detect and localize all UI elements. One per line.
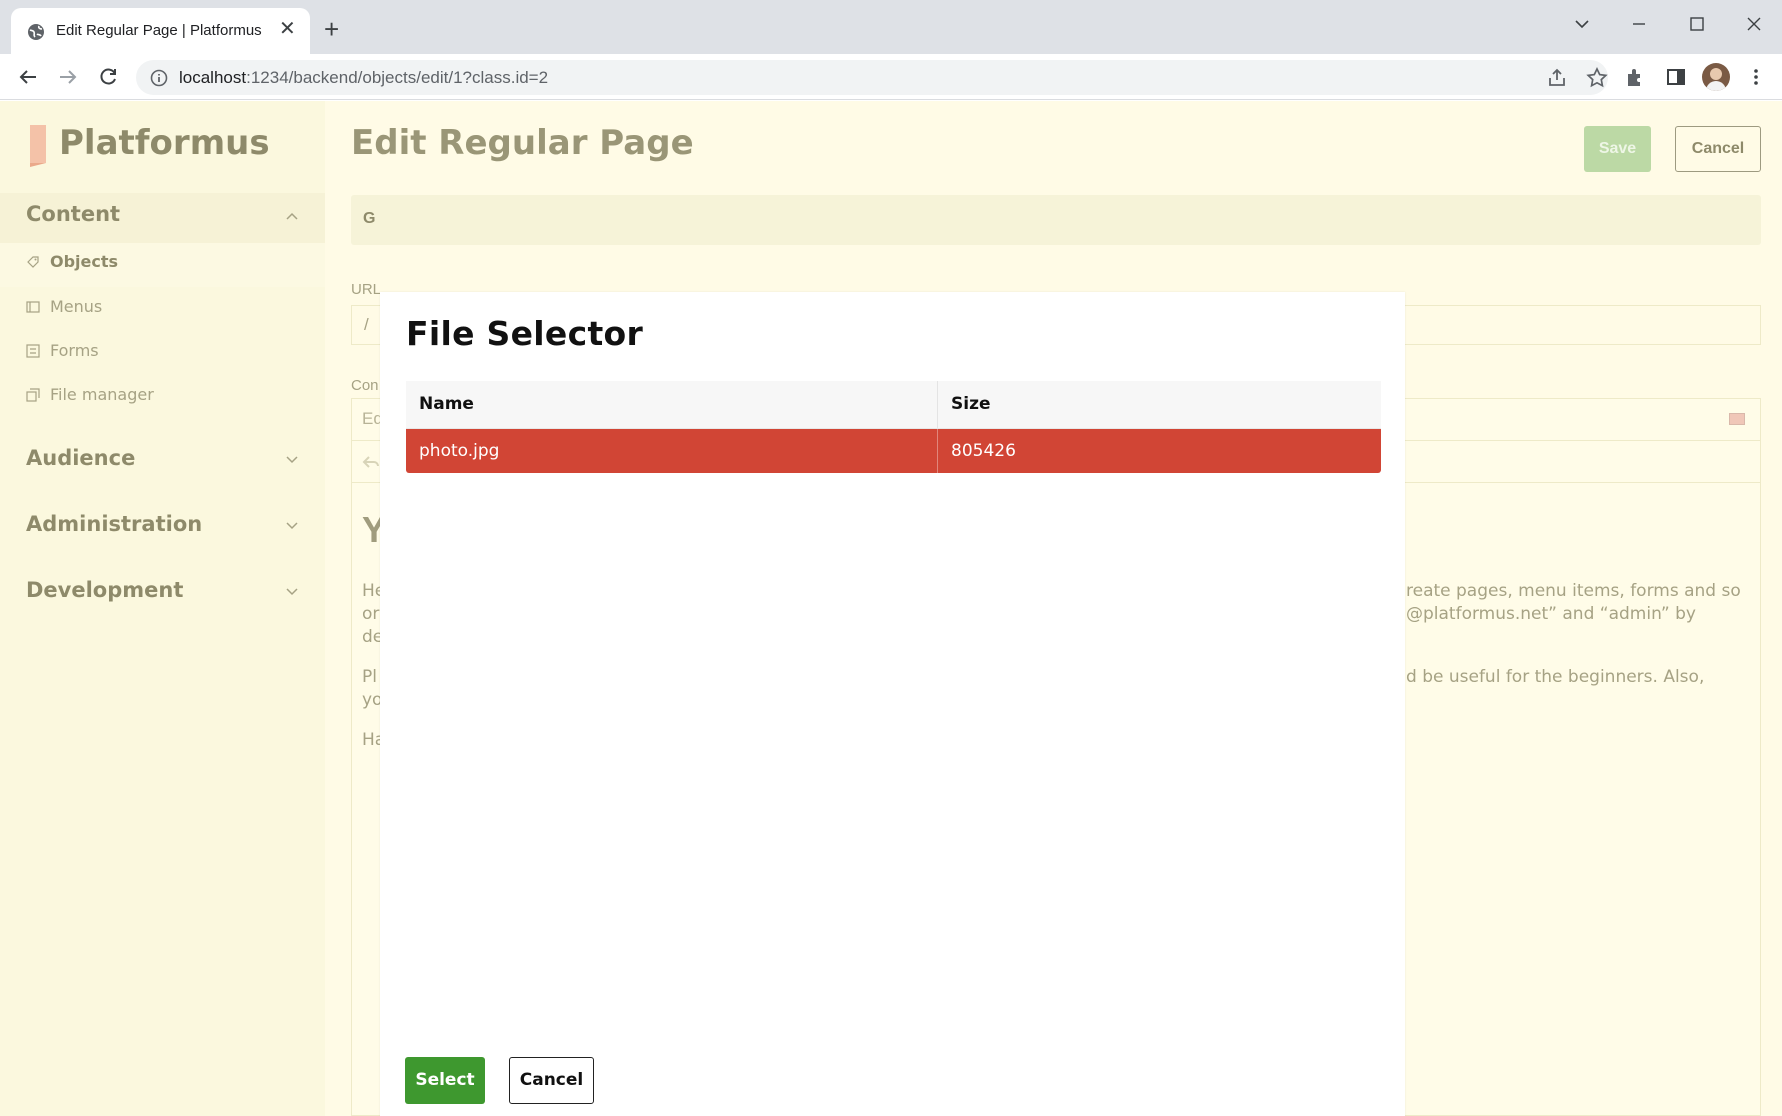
logo-mark-icon	[30, 125, 46, 167]
menu-icon	[26, 301, 40, 313]
section-audience[interactable]: Audience	[26, 446, 135, 470]
select-button[interactable]: Select	[405, 1057, 485, 1104]
maximize-icon[interactable]	[1685, 12, 1709, 36]
browser-toolbar: localhost:1234/backend/objects/edit/1?cl…	[0, 54, 1782, 100]
sidebar: Platformus Content Objects Menus Forms F…	[0, 101, 325, 1116]
browser-tab-bar: Edit Regular Page | Platformus ✕ +	[0, 0, 1782, 54]
table-row[interactable]: photo.jpg 805426	[406, 429, 1381, 473]
dialog-title: File Selector	[406, 314, 644, 353]
forward-icon[interactable]	[56, 65, 80, 89]
page-title: Edit Regular Page	[351, 123, 694, 163]
address-bar[interactable]: localhost:1234/backend/objects/edit/1?cl…	[136, 60, 1608, 95]
profile-avatar[interactable]	[1702, 63, 1730, 91]
sidebar-item-menus[interactable]: Menus	[50, 297, 102, 316]
bookmark-star-icon[interactable]	[1585, 66, 1609, 90]
column-header-size[interactable]: Size	[938, 381, 1381, 428]
back-icon[interactable]	[16, 65, 40, 89]
tab-title: Edit Regular Page | Platformus	[56, 22, 262, 39]
share-icon[interactable]	[1545, 66, 1569, 90]
extensions-icon[interactable]	[1624, 65, 1648, 89]
file-table: Name Size photo.jpg 805426	[406, 381, 1381, 473]
globe-icon	[28, 24, 44, 40]
section-administration[interactable]: Administration	[26, 512, 202, 536]
editor-text-fragment: @platformus.net” and “admin” by	[1406, 604, 1696, 624]
more-menu-icon[interactable]	[1744, 65, 1768, 89]
url-host: localhost	[179, 68, 247, 87]
chevron-down-icon[interactable]	[284, 518, 300, 534]
sidebar-item-objects[interactable]: Objects	[50, 252, 118, 271]
active-item-highlight	[0, 243, 325, 287]
tag-icon	[27, 256, 39, 268]
url-text: localhost:1234/backend/objects/edit/1?cl…	[179, 68, 548, 88]
info-icon[interactable]	[150, 69, 168, 87]
browser-tab[interactable]: Edit Regular Page | Platformus ✕	[11, 8, 310, 54]
minimize-icon[interactable]	[1627, 12, 1651, 36]
sidebar-item-file-manager[interactable]: File manager	[50, 385, 154, 404]
file-name-cell[interactable]: photo.jpg	[406, 429, 938, 473]
editor-text-fragment: d be useful for the beginners. Also,	[1406, 667, 1705, 687]
reload-icon[interactable]	[96, 65, 120, 89]
table-header: Name Size	[406, 381, 1381, 429]
save-button[interactable]: Save	[1584, 126, 1651, 172]
language-flag-icon[interactable]	[1729, 413, 1745, 425]
page-cancel-button[interactable]: Cancel	[1675, 126, 1761, 172]
file-selector-dialog: File Selector Name Size photo.jpg 805426…	[380, 292, 1405, 1116]
chevron-down-icon[interactable]	[284, 584, 300, 600]
page-background: Platformus Content Objects Menus Forms F…	[0, 101, 1782, 1116]
section-content[interactable]: Content	[26, 202, 120, 226]
undo-icon[interactable]	[362, 453, 380, 471]
new-tab-icon[interactable]: +	[324, 16, 339, 42]
brand-name: Platformus	[59, 123, 270, 163]
close-window-icon[interactable]	[1742, 12, 1766, 36]
dialog-cancel-button[interactable]: Cancel	[509, 1057, 594, 1104]
editor-text-fragment: or	[362, 604, 380, 624]
chevron-up-icon[interactable]	[284, 208, 300, 224]
form-tabs: G	[351, 195, 1761, 245]
side-panel-icon[interactable]	[1664, 65, 1688, 89]
column-header-name[interactable]: Name	[406, 381, 938, 428]
sidebar-item-forms[interactable]: Forms	[50, 341, 99, 360]
file-size-cell[interactable]: 805426	[938, 429, 1381, 473]
editor-text-fragment: reate pages, menu items, forms and so	[1406, 581, 1741, 601]
url-path: :1234/backend/objects/edit/1?class.id=2	[246, 68, 549, 87]
chevron-down-icon[interactable]	[284, 452, 300, 468]
url-value: /	[364, 315, 369, 334]
tab-general[interactable]: G	[363, 210, 375, 228]
close-tab-icon[interactable]: ✕	[279, 19, 296, 39]
form-icon	[26, 344, 40, 358]
file-manager-icon	[26, 388, 40, 402]
section-development[interactable]: Development	[26, 578, 183, 602]
content-label: Con	[351, 377, 379, 394]
tab-search-icon[interactable]	[1570, 12, 1594, 36]
editor-text-fragment: Pl	[362, 667, 377, 687]
url-label: URL	[351, 281, 382, 298]
